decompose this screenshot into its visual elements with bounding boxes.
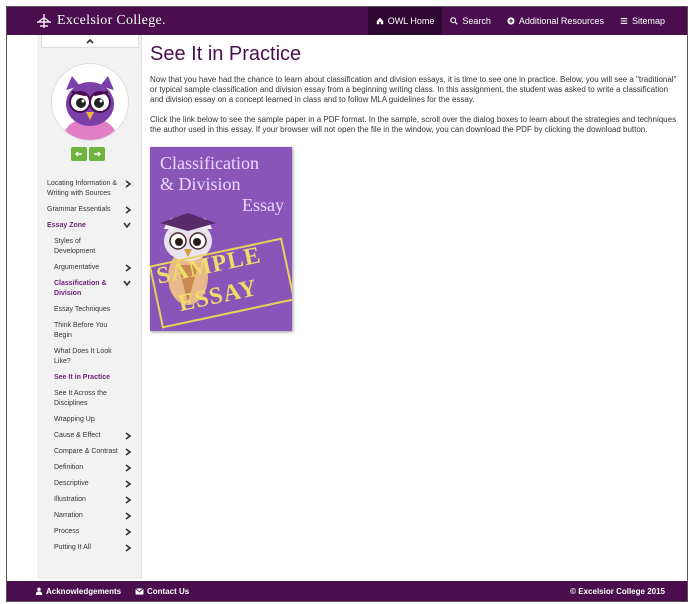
sidebar-item-see-it-in-practice[interactable]: See It in Practice bbox=[37, 373, 141, 383]
sidebar-item-essay-techniques[interactable]: Essay Techniques bbox=[37, 305, 141, 315]
plus-circle-icon bbox=[507, 17, 515, 25]
sidebar-item-label: Styles of Development bbox=[54, 238, 96, 255]
sidebar-item-essay-zone[interactable]: Essay Zone bbox=[37, 221, 141, 231]
sidebar-item-label: Grammar Essentials bbox=[47, 206, 111, 213]
sidebar-menu: Locating Information & Writing with Sour… bbox=[37, 179, 141, 559]
list-icon bbox=[620, 18, 628, 24]
sidebar-item-label: Classification & Division bbox=[54, 280, 107, 297]
sidebar-collapse-toggle[interactable] bbox=[41, 35, 139, 48]
nav-sitemap[interactable]: Sitemap bbox=[612, 7, 673, 35]
nav-additional-resources-label: Additional Resources bbox=[518, 16, 604, 26]
sidebar-item-label: See It in Practice bbox=[54, 374, 111, 381]
sidebar-item-illustration[interactable]: Illustration bbox=[37, 495, 141, 505]
cover-title-line3: Essay bbox=[242, 195, 284, 215]
prev-page-button[interactable] bbox=[71, 147, 87, 161]
chevron-right-icon bbox=[125, 180, 131, 188]
sidebar-item-what-does-it-look-like[interactable]: What Does It Look Like? bbox=[37, 347, 141, 367]
page-title: See It in Practice bbox=[150, 43, 302, 65]
sidebar-item-label: Wrapping Up bbox=[54, 416, 95, 423]
sidebar-item-label: Essay Techniques bbox=[54, 306, 111, 313]
footer-copyright-text: © Excelsior College 2015 bbox=[570, 586, 665, 596]
arrow-right-icon bbox=[94, 151, 101, 157]
page-nav-arrows bbox=[71, 147, 105, 161]
nav-sitemap-label: Sitemap bbox=[631, 16, 665, 26]
sidebar-item-label: Compare & Contrast bbox=[54, 448, 118, 455]
sidebar-item-narration[interactable]: Narration bbox=[37, 511, 141, 521]
chevron-down-icon bbox=[123, 222, 131, 228]
chevron-up-icon bbox=[86, 38, 94, 44]
home-icon bbox=[376, 17, 383, 25]
sidebar-item-styles-of-development[interactable]: Styles of Development bbox=[37, 237, 141, 257]
chevron-right-icon bbox=[125, 464, 131, 472]
sidebar-item-see-it-across-disciplines[interactable]: See It Across the Disciplines bbox=[37, 389, 141, 409]
sidebar-item-locating-information[interactable]: Locating Information & Writing with Sour… bbox=[37, 179, 141, 199]
sidebar-item-grammar-essentials[interactable]: Grammar Essentials bbox=[37, 205, 141, 215]
main-content: See It in Practice Now that you have had… bbox=[148, 35, 684, 579]
sample-essay-pdf-link[interactable]: Classification & Division Essay SAMPLE E… bbox=[150, 147, 292, 331]
sidebar-item-label: Definition bbox=[54, 464, 84, 471]
sidebar-item-descriptive[interactable]: Descriptive bbox=[37, 479, 141, 489]
sidebar-item-label: Illustration bbox=[54, 496, 86, 503]
brand-name: Excelsior College. bbox=[57, 13, 166, 28]
arrow-left-icon bbox=[75, 151, 82, 157]
chevron-right-icon bbox=[125, 544, 131, 552]
chevron-right-icon bbox=[125, 264, 131, 272]
nav-owl-home-label: OWL Home bbox=[387, 16, 435, 26]
sidebar: Locating Information & Writing with Sour… bbox=[37, 35, 142, 579]
chevron-right-icon bbox=[125, 432, 131, 440]
sidebar-item-compare-contrast[interactable]: Compare & Contrast bbox=[37, 447, 141, 457]
chevron-right-icon bbox=[125, 496, 131, 504]
chevron-right-icon bbox=[125, 206, 131, 214]
sidebar-item-label: What Does It Look Like? bbox=[54, 348, 112, 365]
footer-contact-link[interactable]: Contact Us bbox=[135, 581, 189, 601]
college-lamp-icon bbox=[37, 14, 51, 28]
nav-search-label: Search bbox=[462, 16, 491, 26]
envelope-icon bbox=[135, 587, 144, 595]
sidebar-item-label: Narration bbox=[54, 512, 83, 519]
chevron-right-icon bbox=[125, 528, 131, 536]
sidebar-item-label: Process bbox=[54, 528, 80, 535]
search-icon bbox=[450, 17, 459, 25]
sidebar-item-label: Argumentative bbox=[54, 264, 100, 271]
instructions-paragraph: Click the link below to see the sample p… bbox=[150, 115, 677, 134]
chevron-right-icon bbox=[125, 512, 131, 520]
chevron-right-icon bbox=[125, 480, 131, 488]
sidebar-item-label: Locating Information & Writing with Sour… bbox=[47, 180, 118, 197]
nav-search[interactable]: Search bbox=[442, 7, 499, 35]
page-frame: Excelsior College. OWL Home Search Addit… bbox=[6, 6, 688, 602]
sidebar-item-putting-it-all[interactable]: Putting It All bbox=[37, 543, 141, 553]
footer-copyright: © Excelsior College 2015 bbox=[570, 581, 665, 601]
top-navbar: Excelsior College. OWL Home Search Addit… bbox=[7, 7, 687, 35]
footer-acknowledgements-label: Acknowledgements bbox=[46, 586, 122, 596]
sidebar-item-classification-division[interactable]: Classification & Division bbox=[37, 279, 141, 299]
footer-acknowledgements-link[interactable]: Acknowledgements bbox=[35, 581, 121, 601]
intro-paragraph: Now that you have had the chance to lear… bbox=[150, 75, 677, 104]
sidebar-item-think-before-you-begin[interactable]: Think Before You Begin bbox=[37, 321, 141, 341]
main-nav: OWL Home Search Additional Resources Sit… bbox=[367, 7, 673, 35]
sidebar-item-process[interactable]: Process bbox=[37, 527, 141, 537]
chevron-right-icon bbox=[125, 448, 131, 456]
owl-mascot bbox=[51, 63, 129, 141]
user-icon bbox=[35, 587, 43, 595]
chevron-down-icon bbox=[123, 280, 131, 286]
sidebar-item-label: Essay Zone bbox=[47, 222, 86, 229]
footer: Acknowledgements Contact Us © Excelsior … bbox=[7, 581, 687, 601]
owl-mascot-icon bbox=[64, 76, 116, 140]
nav-additional-resources[interactable]: Additional Resources bbox=[499, 7, 612, 35]
sidebar-item-argumentative[interactable]: Argumentative bbox=[37, 263, 141, 273]
sidebar-item-cause-effect[interactable]: Cause & Effect bbox=[37, 431, 141, 441]
sidebar-item-label: Descriptive bbox=[54, 480, 89, 487]
sidebar-item-label: Cause & Effect bbox=[54, 432, 101, 439]
next-page-button[interactable] bbox=[89, 147, 105, 161]
sidebar-item-label: Putting It All bbox=[54, 544, 91, 551]
sidebar-item-definition[interactable]: Definition bbox=[37, 463, 141, 473]
nav-owl-home[interactable]: OWL Home bbox=[367, 7, 443, 35]
sidebar-item-wrapping-up[interactable]: Wrapping Up bbox=[37, 415, 141, 425]
footer-contact-label: Contact Us bbox=[147, 586, 190, 596]
brand-logo[interactable]: Excelsior College. bbox=[35, 11, 166, 31]
sidebar-item-label: See It Across the Disciplines bbox=[54, 390, 107, 407]
cover-title-line1: Classification bbox=[160, 153, 259, 173]
cover-title-line2: & Division bbox=[160, 174, 241, 194]
sidebar-item-label: Think Before You Begin bbox=[54, 322, 108, 339]
